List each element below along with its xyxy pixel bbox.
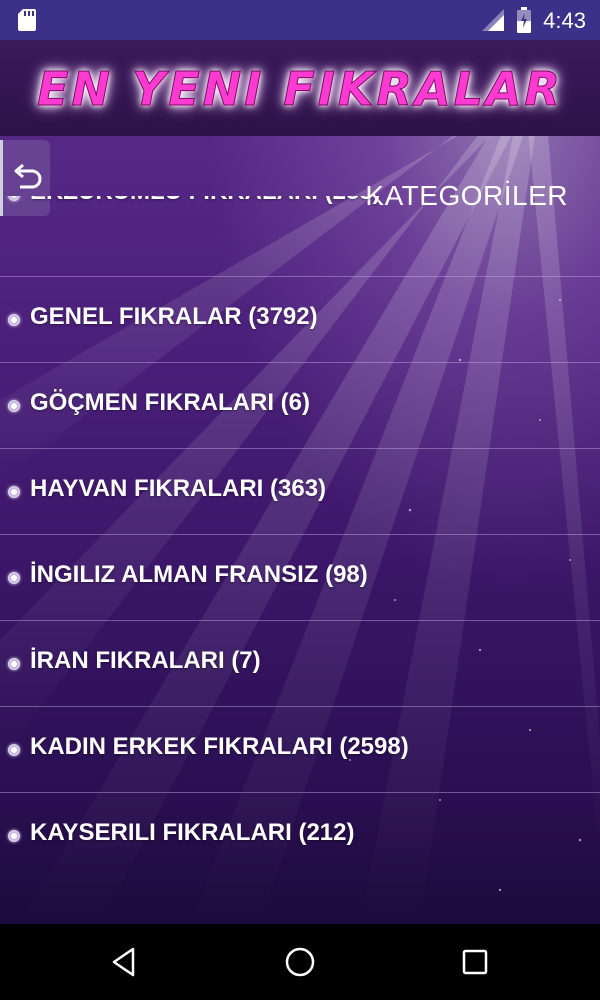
category-item-iran[interactable]: İRAN FIKRALARI (7): [0, 621, 600, 707]
category-label: ERZURUMLU FIKRALARI (258): [30, 196, 381, 206]
bullet-icon: [8, 314, 20, 326]
undo-arrow-icon: [14, 163, 41, 189]
bullet-icon: [8, 572, 20, 584]
bullet-icon: [8, 830, 20, 842]
category-item-erzurumlu[interactable]: ERZURUMLU FIKRALARI (258): [0, 196, 600, 277]
navigation-bar: [0, 924, 600, 1000]
category-label: KAYSERILI FIKRALARI (212): [30, 819, 355, 846]
bullet-icon: [8, 744, 20, 756]
category-item-hayvan[interactable]: HAYVAN FIKRALARI (363): [0, 449, 600, 535]
nav-back-button[interactable]: [104, 942, 144, 982]
banner-title: EN YENI FIKRALAR: [37, 62, 563, 117]
header-banner: EN YENI FIKRALAR: [0, 40, 600, 136]
bullet-icon: [8, 486, 20, 498]
back-triangle-icon: [112, 947, 135, 977]
category-item-gocmen[interactable]: GÖÇMEN FIKRALARI (6): [0, 363, 600, 449]
category-label: GÖÇMEN FIKRALARI (6): [30, 389, 310, 416]
app-content: EN YENI FIKRALAR KATEGORİLER ERZURUMLU F…: [0, 40, 600, 924]
category-label: İRAN FIKRALARI (7): [30, 647, 261, 674]
status-clock: 4:43: [543, 8, 586, 33]
category-label: HAYVAN FIKRALARI (363): [30, 475, 327, 502]
category-item-kadin-erkek[interactable]: KADIN ERKEK FIKRALARI (2598): [0, 707, 600, 793]
battery-icon: [517, 7, 531, 33]
bullet-icon: [8, 658, 20, 670]
category-label: GENEL FIKRALAR (3792): [30, 303, 318, 330]
sd-card-icon: [18, 9, 36, 31]
signal-icon: [482, 9, 504, 31]
nav-recents-button[interactable]: [455, 942, 495, 982]
category-item-ingiliz[interactable]: İNGILIZ ALMAN FRANSIZ (98): [0, 535, 600, 621]
bullet-icon: [8, 400, 20, 412]
category-item-genel[interactable]: GENEL FIKRALAR (3792): [0, 277, 600, 363]
bullet-icon: [8, 196, 20, 201]
nav-home-button[interactable]: [280, 942, 320, 982]
status-bar: 4:43: [0, 0, 600, 40]
category-item-kayserili[interactable]: KAYSERILI FIKRALARI (212): [0, 793, 600, 846]
category-label: KADIN ERKEK FIKRALARI (2598): [30, 733, 409, 760]
home-circle-icon: [285, 947, 315, 977]
recents-square-icon: [462, 949, 488, 975]
category-label: İNGILIZ ALMAN FRANSIZ (98): [30, 561, 368, 588]
category-list[interactable]: ERZURUMLU FIKRALARI (258) GENEL FIKRALAR…: [0, 196, 600, 846]
